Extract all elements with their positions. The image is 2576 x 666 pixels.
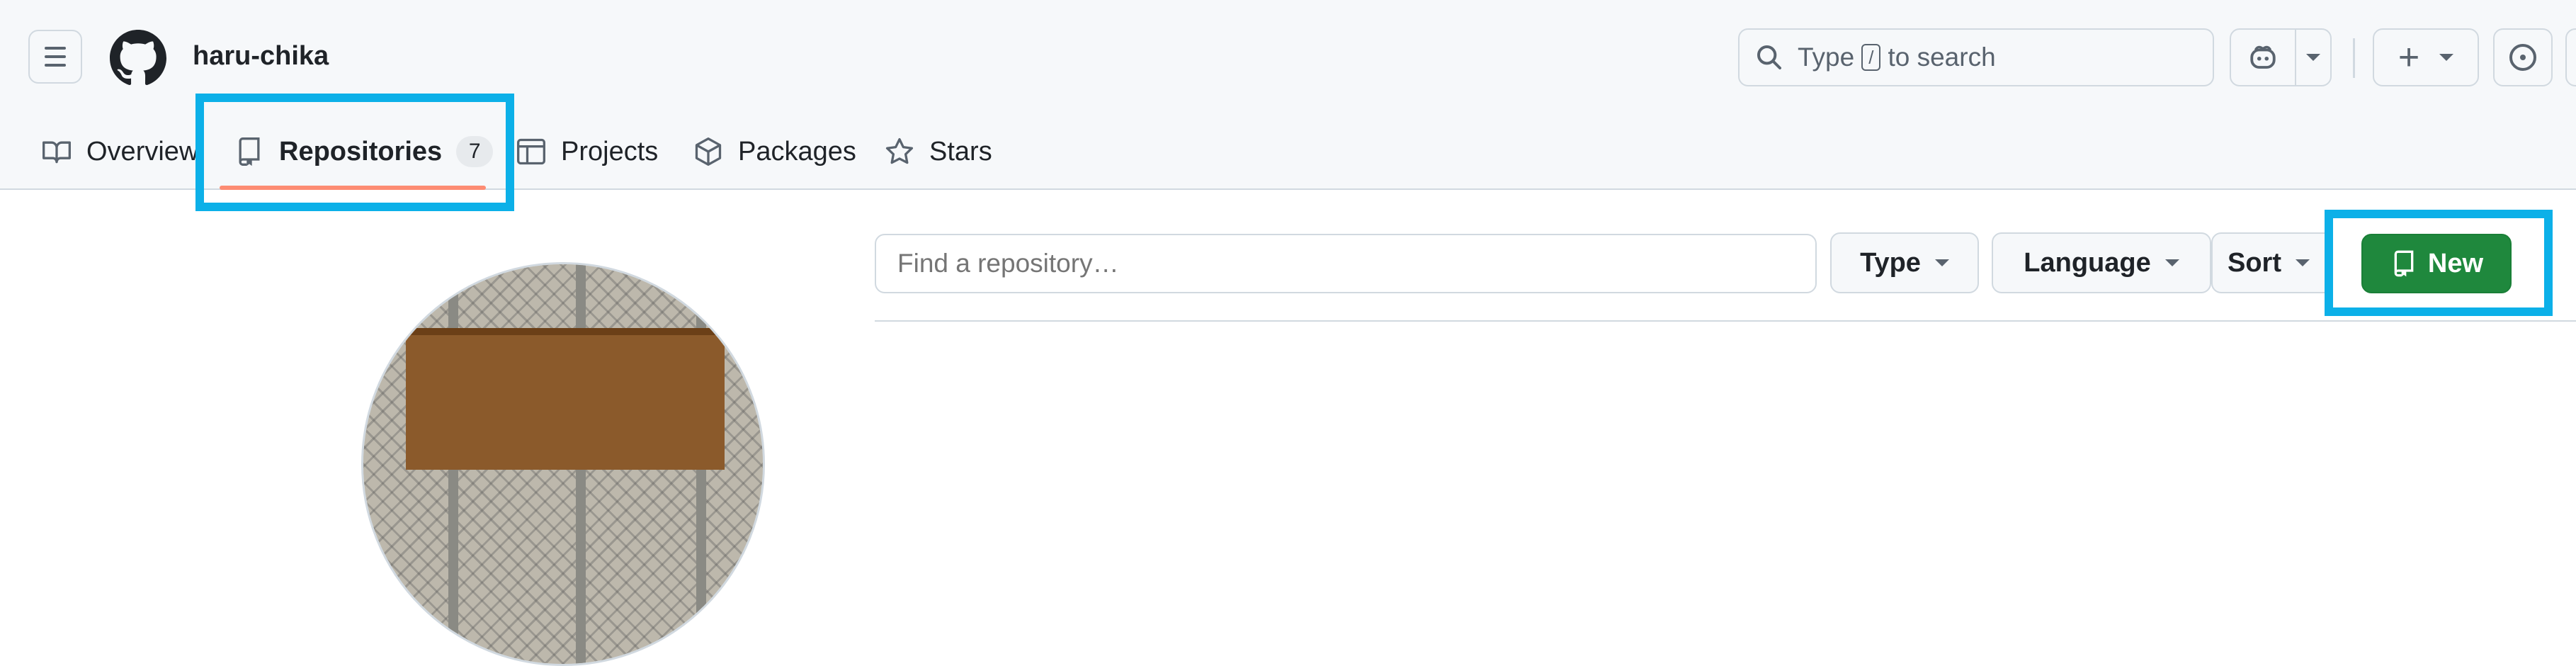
find-repository-input[interactable] <box>875 234 1817 293</box>
star-icon <box>885 137 914 164</box>
search-shortcut-key: / <box>1861 44 1881 71</box>
header-divider <box>2353 38 2355 78</box>
menu-icon-bar <box>45 47 66 50</box>
tab-label: Projects <box>561 136 659 166</box>
menu-icon-bar <box>45 64 66 67</box>
highlight-box-new <box>2325 210 2553 316</box>
language-filter-button[interactable]: Language <box>1992 232 2211 293</box>
tab-overview[interactable]: Overview <box>41 113 198 190</box>
package-icon <box>695 137 722 166</box>
plus-icon: + <box>2398 37 2420 78</box>
chevron-down-icon <box>1934 259 1949 266</box>
sort-label: Sort <box>2228 247 2281 278</box>
issues-button[interactable] <box>2493 28 2553 86</box>
profile-username[interactable]: haru-chika <box>193 41 329 72</box>
tab-label: Packages <box>738 136 856 166</box>
chevron-down-icon <box>2306 54 2320 61</box>
copilot-button[interactable] <box>2231 30 2296 85</box>
chevron-down-icon <box>2296 259 2310 266</box>
repo-list-divider <box>875 320 2576 322</box>
issue-opened-icon <box>2509 44 2536 71</box>
tab-packages[interactable]: Packages <box>693 113 856 190</box>
search-placeholder-suffix: to search <box>1888 43 1996 72</box>
tab-label: Overview <box>86 136 199 166</box>
github-logo-icon[interactable] <box>110 30 166 86</box>
chevron-down-icon <box>2439 54 2454 61</box>
highlight-box-repositories <box>195 94 514 211</box>
language-filter-label: Language <box>2024 247 2151 278</box>
avatar[interactable] <box>361 262 765 666</box>
book-icon <box>42 141 71 164</box>
search-box[interactable]: Type / to search <box>1738 28 2214 86</box>
copilot-dropdown-button[interactable] <box>2296 54 2330 61</box>
tab-projects[interactable]: Projects <box>516 113 658 190</box>
avatar-panel <box>406 328 725 470</box>
search-placeholder: Type / to search <box>1798 43 1996 72</box>
search-icon <box>1757 45 1781 69</box>
copilot-icon <box>2250 45 2276 69</box>
copilot-button-group <box>2230 28 2332 86</box>
tab-label: Stars <box>929 136 992 166</box>
tab-stars[interactable]: Stars <box>884 113 992 190</box>
type-filter-button[interactable]: Type <box>1830 232 1979 293</box>
pull-requests-button[interactable] <box>2565 28 2576 86</box>
menu-button[interactable] <box>28 30 82 84</box>
chevron-down-icon <box>2164 259 2179 266</box>
sort-button[interactable]: Sort <box>2211 232 2326 293</box>
menu-icon-bar <box>45 55 66 58</box>
type-filter-label: Type <box>1860 247 1921 278</box>
search-placeholder-prefix: Type <box>1798 43 1855 72</box>
table-icon <box>517 138 545 165</box>
create-new-button[interactable]: + <box>2373 28 2479 86</box>
